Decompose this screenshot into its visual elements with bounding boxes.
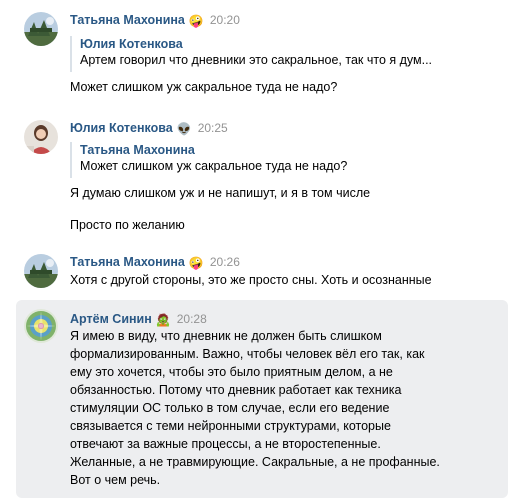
quoted-text: Может слишком уж сакральное туда не надо… [80,159,348,173]
author-name[interactable]: Татьяна Махонина [70,13,185,27]
reaction-emoji: 🤪 [188,14,204,28]
avatar-tatiana[interactable] [24,12,58,46]
message-line: отвечают за важные процессы, а не второс… [70,437,381,451]
reaction-emoji: 🤪 [188,256,204,270]
message-line: стимуляции ОС только в том случае, если … [70,401,390,415]
reaction-emoji: 🧟 [155,313,171,327]
message-time[interactable]: 20:20 [210,13,240,27]
reaction-emoji: 👽 [176,122,192,136]
message-item: Татьяна Махонина 🤪 20:20 Юлия Котенкова Ар… [16,10,508,110]
reply-quote[interactable]: Юлия Котенкова Артем говорил что дневник… [70,36,432,72]
message-line: Я имею в виду, что дневник не должен быт… [70,329,382,343]
message-line: связывается с теми нейронными структурам… [70,419,391,433]
message-time[interactable]: 20:28 [177,312,207,326]
avatar-tatiana[interactable] [24,254,58,288]
author-name[interactable]: Татьяна Махонина [70,255,185,269]
quoted-text: Артем говорил что дневники это сакрально… [80,53,433,67]
message-text: Я думаю слишком уж и не напишут, и я в т… [70,186,371,200]
reply-quote[interactable]: Татьяна Махонина Может слишком уж сакрал… [70,142,347,178]
message-line: ему это хочется, чтобы это было приятным… [70,365,393,379]
message-item: Татьяна Махонина 🤪 20:26 Хотя с другой сто… [16,252,508,292]
message-line: обязанностью. Потому что дневник работае… [70,383,402,397]
author-name[interactable]: Юлия Котенкова [70,121,173,135]
message-line: формализированным. Важно, чтобы человек … [70,347,425,361]
message-text: Может слишком уж сакральное туда не надо… [70,80,338,94]
message-item: Юлия Котенкова 👽 20:25 Татьяна Махонина Мо… [16,118,508,236]
message-time[interactable]: 20:26 [210,255,240,269]
avatar-artem[interactable] [24,309,58,343]
message-time[interactable]: 20:25 [198,121,228,135]
message-text-followup: Просто по желанию [70,218,185,232]
message-line: Вот о чем речь. [70,473,161,487]
author-name[interactable]: Артём Синин [70,312,152,326]
message-text: Хотя с другой стороны, это же просто сны… [70,273,432,287]
quoted-author: Татьяна Махонина [80,143,195,157]
avatar-yulia[interactable] [24,120,58,154]
quoted-author: Юлия Котенкова [80,37,183,51]
message-item-selected[interactable]: Артём Синин 🧟 20:28 Я имею в виду, что дне… [16,300,508,498]
message-line: Желанные, а не травмирующие. Сакральные,… [70,455,440,469]
message-text: Я имею в виду, что дневник не должен быт… [70,327,440,489]
chat-history: Татьяна Махонина 🤪 20:20 Юлия Котенкова Ар… [0,0,526,504]
